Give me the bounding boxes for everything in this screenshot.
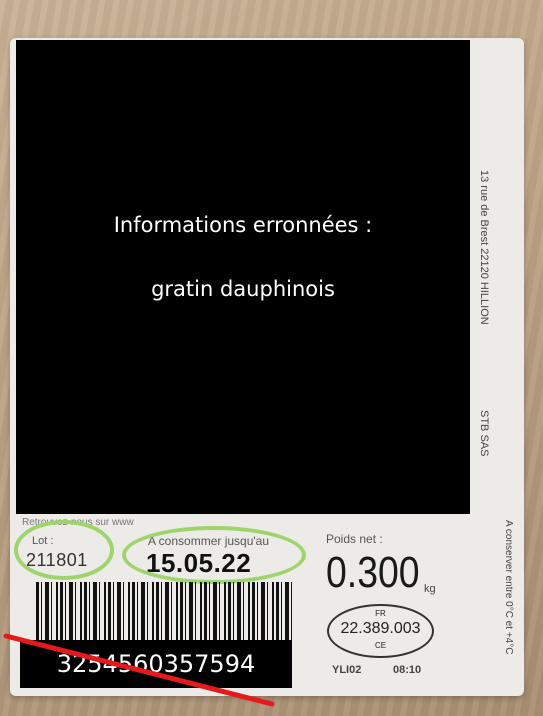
net-weight-value: 0.300 — [326, 548, 420, 597]
net-weight-label: Poids net : — [326, 532, 383, 546]
ean-number-box: 3254560357594 — [20, 640, 292, 688]
company-name: STB SAS — [478, 410, 490, 457]
health-mark: FR 22.389.003 CE — [327, 604, 434, 658]
production-time: 08:10 — [393, 664, 422, 676]
production-line-code: YLI02 — [332, 664, 362, 676]
ean-number: 3254560357594 — [56, 650, 256, 678]
date-highlight-circle — [122, 526, 306, 584]
lot-highlight-circle — [14, 520, 114, 580]
health-mark-country: FR — [375, 609, 386, 618]
health-mark-ce: CE — [374, 641, 387, 650]
storage-instructions: A conserver entre 0°C et +4°C — [503, 520, 514, 655]
overlay-text-line2: gratin dauphinois — [151, 277, 335, 301]
overlay-text-line1: Informations erronnées : — [113, 213, 373, 237]
redaction-overlay: Informations erronnées : gratin dauphino… — [16, 40, 470, 514]
health-mark-number: 22.389.003 — [340, 620, 421, 637]
company-address: 13 rue de Brest 22120 HILLION — [478, 170, 490, 325]
barcode — [36, 582, 294, 642]
net-weight-unit: kg — [424, 583, 436, 595]
